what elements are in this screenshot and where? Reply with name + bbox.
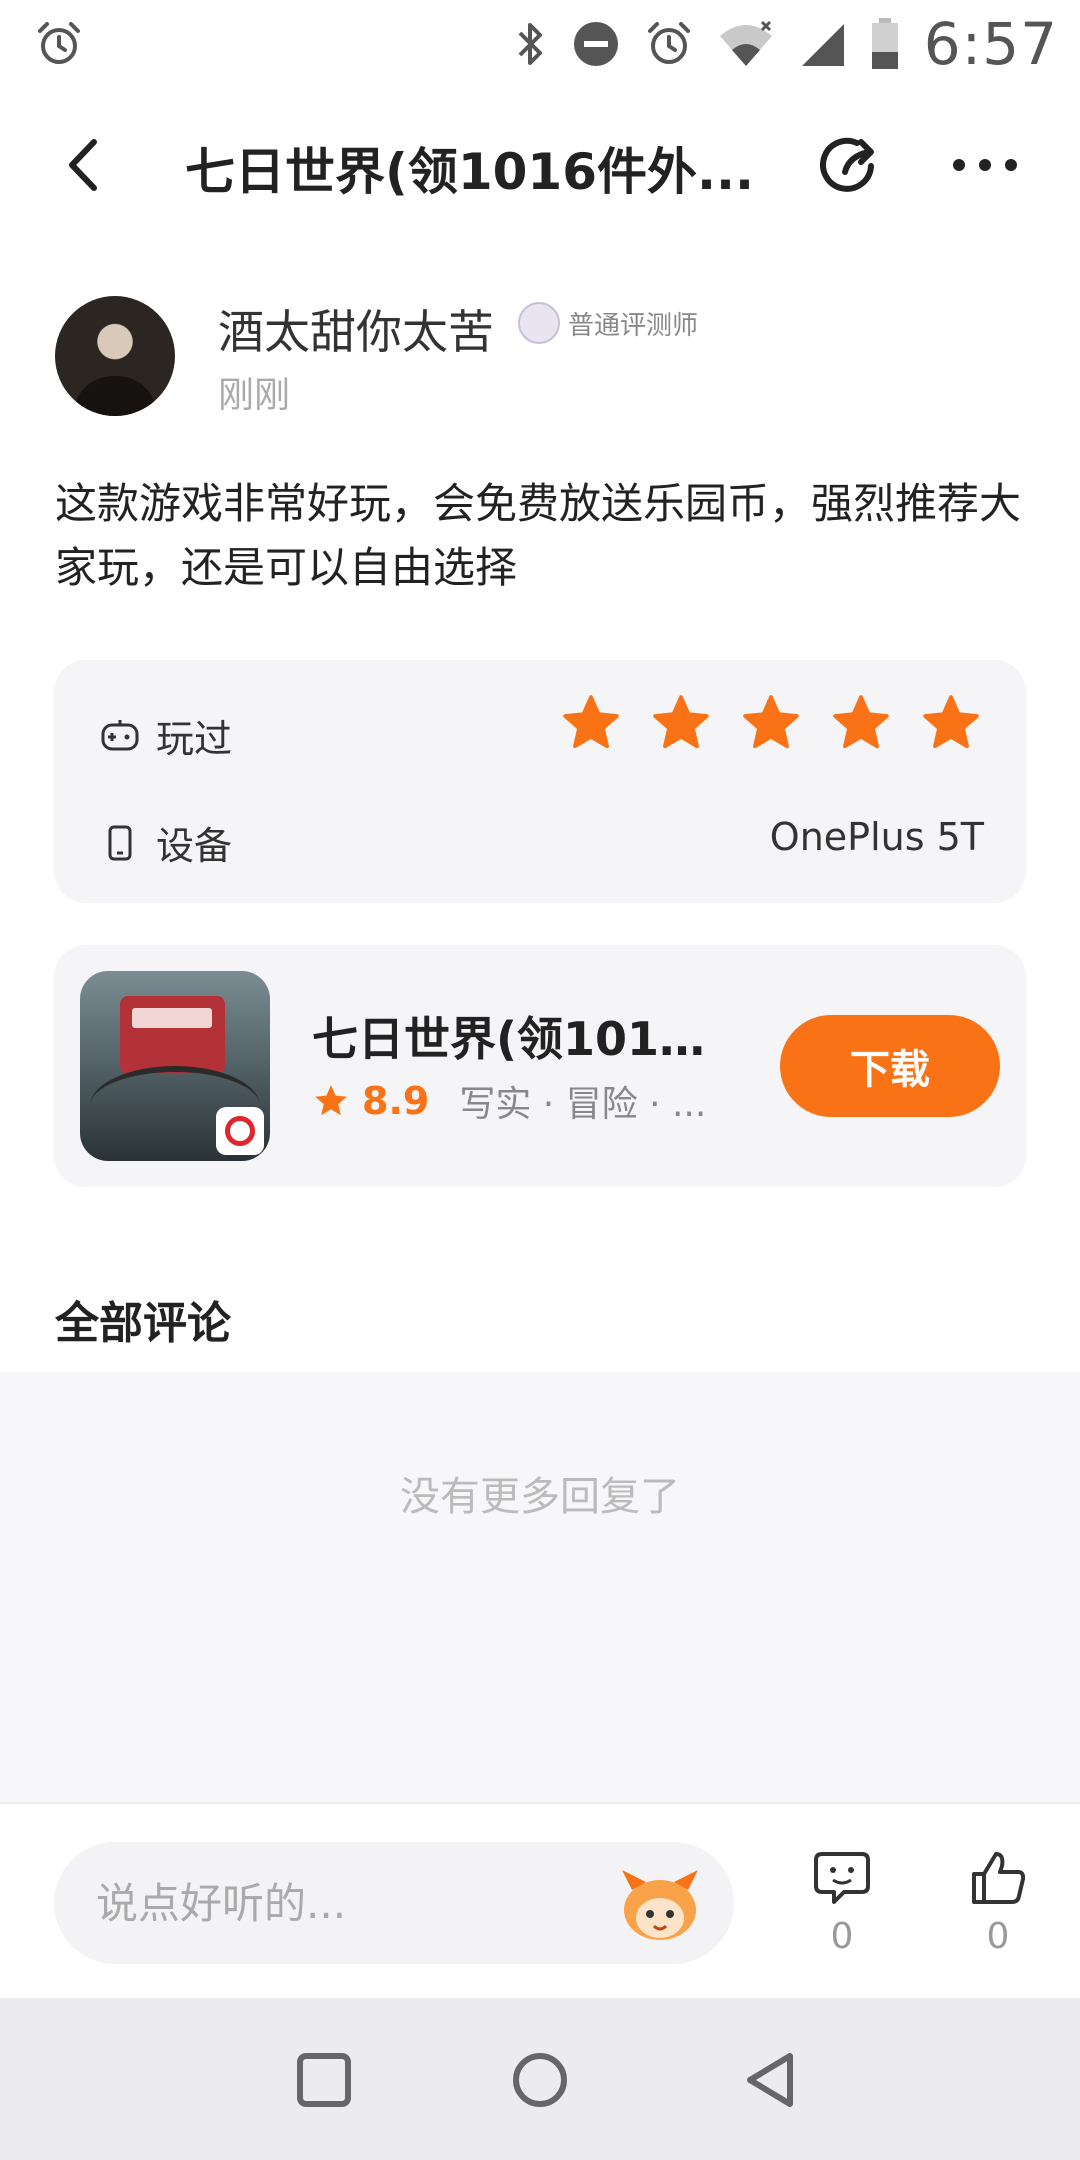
author-row: 酒太甜你太苦 普通评测师 刚刚 xyxy=(55,296,1035,420)
page-title: 七日世界(领1016件外... xyxy=(185,143,754,201)
share-icon[interactable] xyxy=(815,130,885,200)
comment-action[interactable]: 0 xyxy=(802,1848,882,1957)
cell-signal-icon xyxy=(801,24,844,66)
badge-icon xyxy=(518,302,560,344)
star-icon xyxy=(923,695,979,749)
game-meta: 8.9 写实 · 冒险 · ... xyxy=(312,1075,709,1127)
home-icon[interactable] xyxy=(508,2048,572,2112)
back-triangle-icon[interactable] xyxy=(740,2048,804,2112)
reviewer-badge: 普通评测师 xyxy=(518,302,698,344)
game-icon-art xyxy=(120,996,225,1074)
status-left xyxy=(34,19,84,69)
bottom-input-bar: 0 0 xyxy=(0,1802,1080,1998)
no-more-replies: 没有更多回复了 xyxy=(400,1474,680,1520)
comment-bubble-icon xyxy=(814,1852,870,1904)
header: 七日世界(领1016件外... xyxy=(0,110,1080,220)
recent-apps-icon[interactable] xyxy=(292,2048,356,2112)
review-text: 这款游戏非常好玩，会免费放送乐园币，强烈推荐大家玩，还是可以自由选择 xyxy=(55,479,1022,592)
sticker-mascot-icon[interactable] xyxy=(612,1864,708,1944)
game-card[interactable]: 七日世界(领1016... 8.9 写实 · 冒险 · ... 下载 xyxy=(54,945,1026,1187)
star-icon xyxy=(743,695,799,749)
publisher-logo-icon xyxy=(216,1107,264,1155)
gamepad-icon xyxy=(101,719,139,750)
device-row: 设备 xyxy=(100,815,232,870)
system-nav-bar xyxy=(0,1998,1080,2160)
rating-stars xyxy=(560,692,982,754)
star-icon xyxy=(563,695,619,749)
author-name[interactable]: 酒太甜你太苦 xyxy=(218,296,494,362)
star-icon xyxy=(653,695,709,749)
game-tags: 写实 · 冒险 · ... xyxy=(459,1084,707,1125)
wifi-icon xyxy=(719,20,772,66)
battery-icon xyxy=(871,18,898,69)
game-name[interactable]: 七日世界(领1016... xyxy=(312,1003,732,1069)
played-row: 玩过 xyxy=(100,708,232,763)
avatar[interactable] xyxy=(55,296,175,416)
do-not-disturb-icon xyxy=(573,22,618,66)
status-bar: 6:57 xyxy=(0,0,1080,88)
bluetooth-icon xyxy=(518,23,542,65)
played-label: 玩过 xyxy=(156,717,233,761)
rating-star-icon xyxy=(315,1085,347,1116)
back-icon[interactable] xyxy=(50,130,120,200)
game-rating: 8.9 xyxy=(362,1079,430,1123)
post-time: 刚刚 xyxy=(218,375,291,416)
status-time: 6:57 xyxy=(923,10,1058,78)
device-label: 设备 xyxy=(156,824,233,868)
alarm-icon-2 xyxy=(647,22,690,64)
thumbs-up-icon xyxy=(972,1852,1026,1904)
comment-count: 0 xyxy=(830,1916,854,1957)
like-count: 0 xyxy=(986,1916,1010,1957)
device-value: OnePlus 5T xyxy=(769,815,984,859)
alarm-icon xyxy=(38,22,80,64)
like-action[interactable]: 0 xyxy=(958,1848,1038,1957)
game-icon[interactable] xyxy=(80,971,270,1161)
star-icon xyxy=(833,695,889,749)
comments-title: 全部评论 xyxy=(55,1298,231,1349)
download-button[interactable]: 下载 xyxy=(780,1015,1000,1117)
phone-icon xyxy=(108,825,132,860)
badge-label: 普通评测师 xyxy=(568,310,699,341)
comments-list: 没有更多回复了 xyxy=(0,1372,1080,1802)
review-info-card: 玩过 设备 OnePlus 5T xyxy=(54,660,1026,903)
more-icon[interactable] xyxy=(945,130,1025,200)
status-right: 6:57 xyxy=(512,10,1058,78)
